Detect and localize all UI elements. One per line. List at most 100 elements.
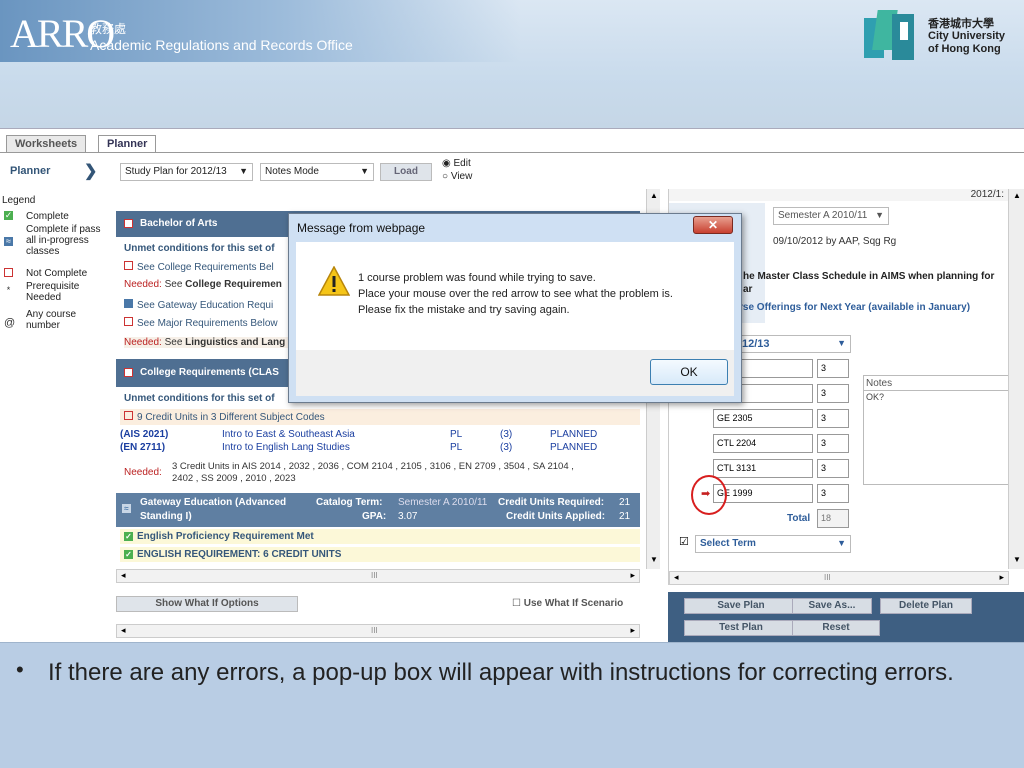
needed-label: Needed:: [124, 337, 162, 348]
plan-message-2: ar: [743, 284, 753, 295]
credit-input[interactable]: 3: [817, 484, 849, 503]
legend-title: Legend: [2, 195, 36, 206]
horizontal-scrollbar[interactable]: ◂ III ▸: [116, 624, 640, 638]
plan-button-bar: Save Plan Save As... Delete Plan Test Pl…: [668, 592, 1024, 643]
legend-complete-if-pass: Complete if pass all in-progress classes: [26, 224, 101, 257]
scroll-left-icon[interactable]: ◂: [121, 625, 126, 636]
requirement-text: ENGLISH REQUIREMENT: 6 CREDIT UNITS: [137, 549, 342, 560]
requirement-row[interactable]: ✓ ENGLISH REQUIREMENT: 6 CREDIT UNITS: [120, 547, 640, 562]
scroll-right-icon[interactable]: ▸: [999, 572, 1004, 583]
requirement-row[interactable]: See Major Requirements Below: [124, 317, 278, 329]
tab-worksheets[interactable]: Worksheets: [6, 135, 87, 153]
plan-message: he Master Class Schedule in AIMS when pl…: [743, 271, 995, 282]
save-plan-button[interactable]: Save Plan: [684, 598, 798, 614]
course-code: (AIS 2021): [120, 429, 169, 440]
needed-text: 2402 , SS 2009 , 2010 , 2023: [172, 473, 296, 484]
notes-box[interactable]: Notes OK?: [863, 375, 1013, 485]
reset-button[interactable]: Reset: [792, 620, 880, 636]
mode-select[interactable]: Notes Mode ▼: [260, 163, 374, 181]
unmet-conditions: Unmet conditions for this set of: [124, 393, 275, 404]
edit-label: Edit: [453, 158, 471, 169]
needed-link[interactable]: College Requiremen: [185, 279, 282, 290]
scroll-grip: III: [824, 573, 831, 582]
checkmark-icon: ✓: [124, 532, 133, 541]
horizontal-scrollbar[interactable]: ◂ III ▸: [116, 569, 640, 583]
study-plan-select[interactable]: Study Plan for 2012/13 ▼: [120, 163, 253, 181]
dialog-line-1: 1 course problem was found while trying …: [358, 272, 596, 284]
view-radio[interactable]: ○ View: [442, 171, 472, 182]
semester-select[interactable]: Semester A 2010/11 ▼: [773, 207, 889, 225]
scroll-down-icon[interactable]: ▼: [650, 555, 658, 564]
cu-required-label: Credit Units Required:: [498, 497, 605, 508]
needed-link[interactable]: Linguistics and Lang: [185, 337, 285, 348]
course-input[interactable]: CTL 3131: [713, 459, 813, 478]
chevron-right-icon[interactable]: ❯: [84, 161, 97, 181]
chevron-down-icon: ▼: [239, 166, 248, 176]
office-name: Academic Regulations and Records Office: [90, 37, 353, 53]
view-label: View: [450, 171, 473, 182]
cu-applied-value: 21: [619, 511, 631, 522]
test-plan-button[interactable]: Test Plan: [684, 620, 798, 636]
credit-input[interactable]: 3: [817, 359, 849, 378]
use-what-if-label: Use What If Scenario: [523, 598, 624, 609]
show-what-if-button[interactable]: Show What If Options: [116, 596, 298, 612]
horizontal-scrollbar[interactable]: ◂ III ▸: [669, 571, 1009, 585]
course-credits: (3): [500, 429, 513, 440]
section-header-gateway[interactable]: ≈ Gateway Education (Advanced Standing I…: [116, 493, 640, 527]
checkbox-icon: ☐: [512, 598, 524, 609]
select-term[interactable]: Select Term ▼: [695, 535, 851, 553]
save-as-button[interactable]: Save As...: [792, 598, 872, 614]
requirement-row[interactable]: 9 Credit Units in 3 Different Subject Co…: [120, 409, 640, 425]
requirement-text: English Proficiency Requirement Met: [137, 531, 314, 542]
tab-planner[interactable]: Planner: [98, 135, 157, 153]
bullet: •: [16, 657, 24, 682]
requirement-row[interactable]: ✓ English Proficiency Requirement Met: [120, 529, 640, 544]
total-label: Total: [787, 513, 811, 524]
requirement-row[interactable]: See Gateway Education Requi: [124, 299, 273, 311]
section-title-line2: Standing I): [140, 511, 192, 522]
scroll-up-icon[interactable]: ▲: [650, 191, 658, 200]
scroll-left-icon[interactable]: ◂: [674, 572, 679, 583]
cu-applied-label: Credit Units Applied:: [506, 511, 606, 522]
delete-plan-button[interactable]: Delete Plan: [880, 598, 972, 614]
dialog-body: 1 course problem was found while trying …: [296, 242, 734, 350]
course-input[interactable]: GE 1999: [713, 484, 813, 503]
semester-value: Semester A 2010/11: [778, 210, 868, 221]
close-icon[interactable]: ✕: [693, 216, 733, 234]
select-term-label: Select Term: [700, 538, 756, 549]
load-button[interactable]: Load: [380, 163, 432, 181]
office-chinese-name: 教務處: [90, 22, 127, 36]
notes-label: Notes: [866, 378, 893, 389]
in-progress-icon: [124, 299, 133, 308]
in-progress-icon: ≈: [4, 237, 13, 246]
scroll-right-icon[interactable]: ▸: [630, 570, 635, 581]
scroll-down-icon[interactable]: ▼: [1013, 555, 1021, 564]
unmet-conditions: Unmet conditions for this set of: [124, 243, 275, 254]
edit-radio[interactable]: ◉ Edit: [442, 158, 471, 169]
requirement-row[interactable]: See College Requirements Bel: [124, 261, 274, 273]
notes-value: OK?: [866, 392, 885, 402]
scroll-right-icon[interactable]: ▸: [630, 625, 635, 636]
in-progress-icon: ≈: [122, 504, 131, 513]
credit-input[interactable]: 3: [817, 409, 849, 428]
credit-input[interactable]: 3: [817, 434, 849, 453]
course-grade: PL: [450, 429, 463, 440]
course-input[interactable]: GE 2305: [713, 409, 813, 428]
course-offerings-link[interactable]: rse Offerings for Next Year (available i…: [739, 302, 970, 313]
course-grade: PL: [450, 442, 463, 453]
vertical-scrollbar[interactable]: ▲ ▼: [1008, 189, 1024, 569]
legend-prereq: Prerequisite Needed: [26, 281, 80, 303]
degreeworks-app: Worksheets Planner Planner ❯ Study Plan …: [0, 128, 1024, 643]
checkbox-icon[interactable]: ☑: [679, 535, 689, 548]
use-what-if-checkbox[interactable]: ☐ Use What If Scenario: [512, 598, 623, 609]
asterisk-icon: *: [6, 285, 11, 295]
ok-button[interactable]: OK: [650, 359, 728, 385]
dialog-title: Message from webpage: [297, 221, 426, 235]
term-select[interactable]: 12/13 ▼: [735, 335, 851, 353]
credit-input[interactable]: 3: [817, 459, 849, 478]
credit-input[interactable]: 3: [817, 384, 849, 403]
scroll-up-icon[interactable]: ▲: [1013, 191, 1021, 200]
planner-toolbar: Planner ❯ Study Plan for 2012/13 ▼ Notes…: [0, 153, 1024, 189]
scroll-left-icon[interactable]: ◂: [121, 570, 126, 581]
course-input[interactable]: CTL 2204: [713, 434, 813, 453]
